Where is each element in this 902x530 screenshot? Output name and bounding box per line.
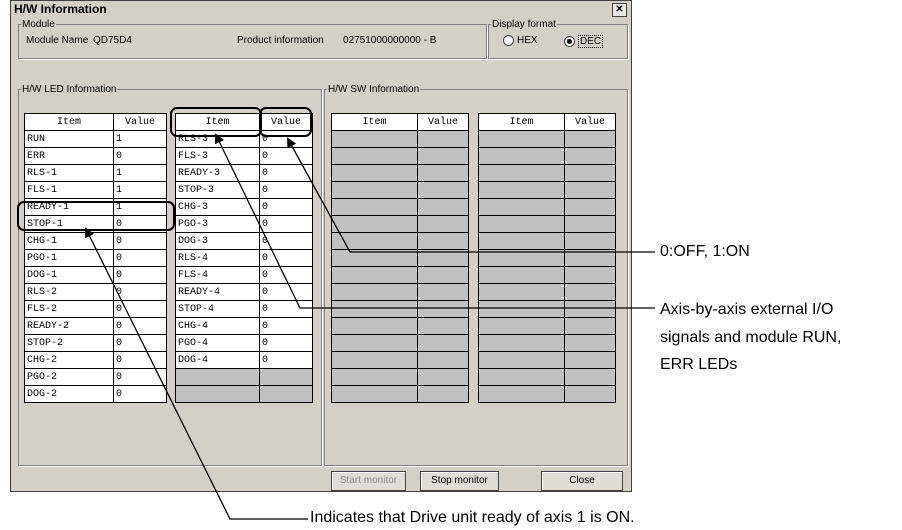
axis-io-annotation-line1: Axis-by-axis external I/O bbox=[660, 301, 834, 318]
ready-annotation: Indicates that Drive unit ready of axis … bbox=[310, 509, 635, 526]
on-off-annotation: 0:OFF, 1:ON bbox=[660, 243, 750, 260]
ready-leader-line bbox=[85, 227, 308, 520]
axis-io-leader-line bbox=[214, 133, 655, 309]
on-off-leader-line bbox=[287, 137, 655, 253]
annotation-leader-lines bbox=[85, 133, 655, 520]
axis-io-annotation-line2: signals and module RUN, bbox=[660, 329, 842, 346]
axis-io-annotation-line3: ERR LEDs bbox=[660, 356, 738, 373]
